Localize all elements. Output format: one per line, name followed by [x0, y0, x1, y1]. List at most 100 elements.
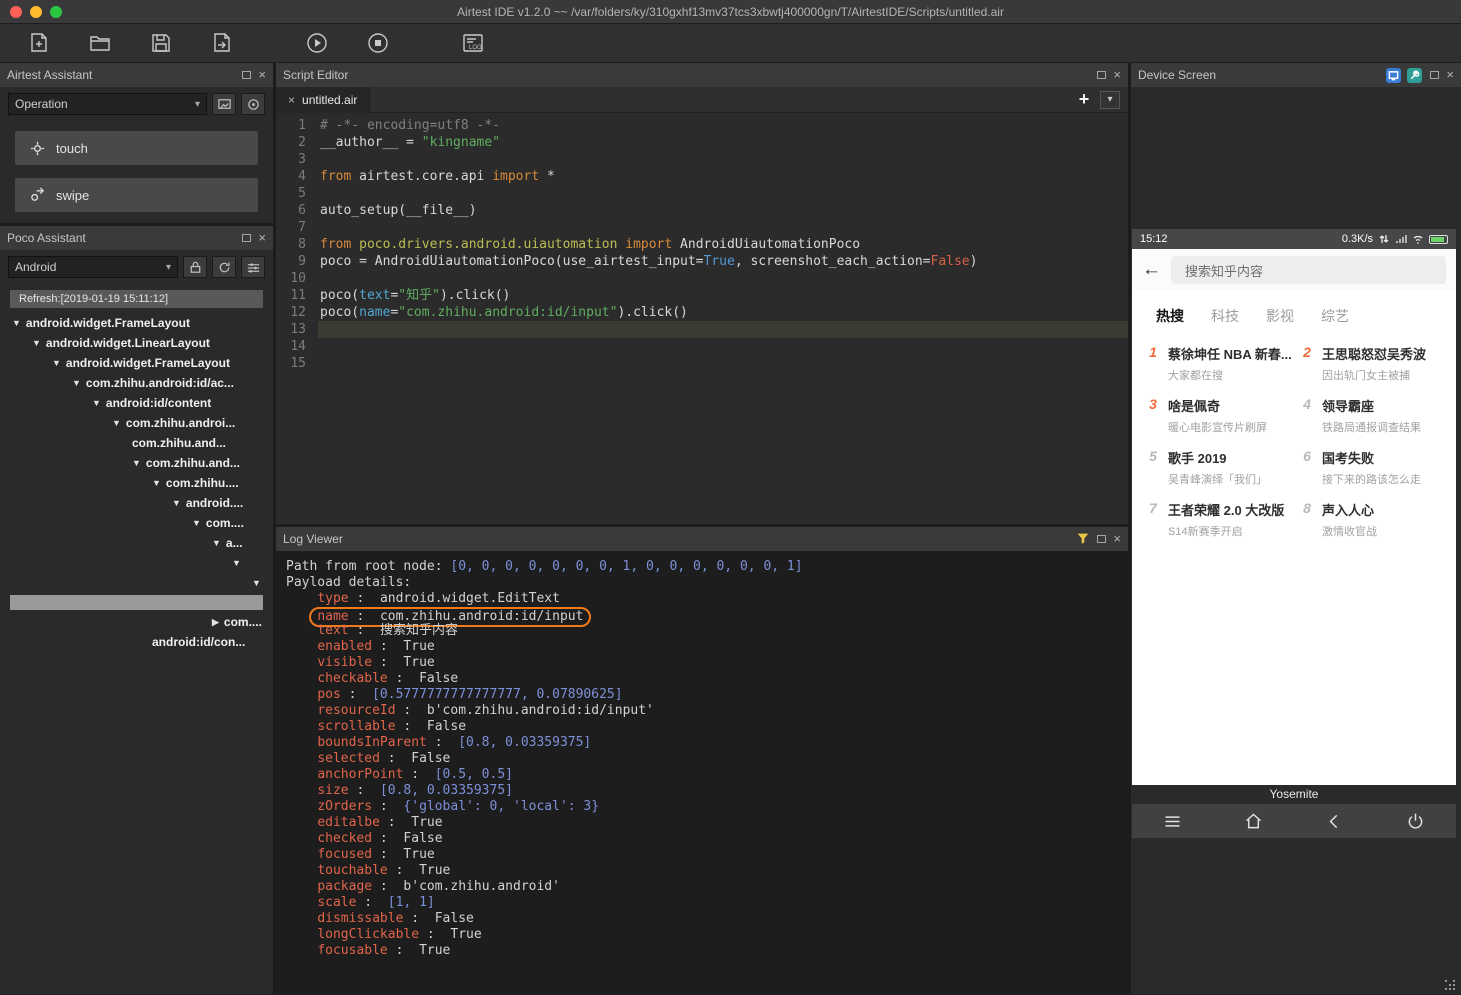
home-button-icon[interactable] — [1243, 811, 1264, 832]
menu-button-icon[interactable] — [1162, 811, 1183, 832]
close-tab-icon[interactable]: × — [288, 95, 295, 105]
new-tab-button[interactable]: + — [1072, 90, 1096, 110]
code-line[interactable]: from poco.drivers.android.uiautomation i… — [318, 236, 1128, 253]
swipe-action-button[interactable]: swipe — [14, 177, 259, 213]
poco-tree-node[interactable]: ▼com.zhihu.android:id/ac... — [0, 373, 273, 393]
zhihu-tab-2[interactable]: 影视 — [1266, 306, 1294, 326]
resize-grip[interactable] — [1445, 980, 1457, 992]
operation-dropdown[interactable]: Operation ▾ — [8, 93, 207, 115]
back-arrow-icon[interactable]: ← — [1142, 259, 1161, 281]
chevron-down-icon[interactable]: ▼ — [32, 338, 41, 348]
code-line[interactable]: poco(name="com.zhihu.android:id/input").… — [318, 304, 1128, 321]
poco-tree-node[interactable]: com.zhihu.and... — [0, 433, 273, 453]
poco-tree-node[interactable]: ▼ — [0, 553, 273, 573]
close-panel-icon[interactable]: × — [258, 70, 266, 80]
zhihu-tab-0[interactable]: 热搜 — [1156, 306, 1184, 326]
float-panel-icon[interactable] — [242, 234, 251, 242]
save-as-button[interactable] — [205, 28, 239, 58]
poco-mode-dropdown[interactable]: Android ▾ — [8, 256, 178, 278]
close-panel-icon[interactable]: × — [1446, 70, 1454, 80]
code-editor[interactable]: 123456789101112131415 # -*- encoding=utf… — [276, 113, 1128, 524]
chevron-down-icon[interactable]: ▼ — [132, 458, 141, 468]
poco-tree-node[interactable]: ▼a... — [0, 533, 273, 553]
float-panel-icon[interactable] — [1430, 71, 1439, 79]
device-tools-button[interactable] — [1407, 68, 1422, 83]
trending-item[interactable]: 4领导霸座铁路局通报调查结果 — [1300, 396, 1450, 435]
code-line[interactable] — [318, 219, 1128, 236]
stop-script-button[interactable] — [361, 28, 395, 58]
poco-settings-button[interactable] — [241, 256, 265, 278]
refresh-timestamp[interactable]: Refresh:[2019-01-19 15:11:12] — [10, 290, 263, 308]
touch-action-button[interactable]: touch — [14, 130, 259, 166]
code-line[interactable]: auto_setup(__file__) — [318, 202, 1128, 219]
poco-tree-node[interactable]: ▶com.... — [0, 612, 273, 632]
code-line[interactable]: poco = AndroidUiautomationPoco(use_airte… — [318, 253, 1128, 270]
trending-item[interactable]: 2王思聪怒怼吴秀波因出轨门女主被捕 — [1300, 344, 1450, 383]
trending-item[interactable]: 5歌手 2019吴青峰演绎「我们」 — [1146, 448, 1296, 487]
poco-tree-node[interactable] — [10, 595, 263, 610]
chevron-down-icon[interactable]: ▼ — [172, 498, 181, 508]
back-button-icon[interactable] — [1324, 811, 1345, 832]
chevron-down-icon[interactable]: ▼ — [212, 538, 221, 548]
poco-tree-node[interactable]: ▼ — [0, 573, 273, 593]
poco-tree-node[interactable]: android:id/con... — [0, 632, 273, 652]
log-view-button[interactable]: LOG — [456, 28, 490, 58]
zoom-window-button[interactable] — [50, 6, 62, 18]
code-line[interactable] — [318, 151, 1128, 168]
poco-tree-node[interactable]: ▼android.widget.FrameLayout — [0, 353, 273, 373]
close-window-button[interactable] — [10, 6, 22, 18]
open-script-button[interactable] — [83, 28, 117, 58]
code-content[interactable]: # -*- encoding=utf8 -*-__author__ = "kin… — [318, 117, 1128, 524]
chevron-down-icon[interactable]: ▼ — [92, 398, 101, 408]
float-panel-icon[interactable] — [242, 71, 251, 79]
close-panel-icon[interactable]: × — [258, 233, 266, 243]
chevron-right-icon[interactable]: ▶ — [212, 617, 219, 628]
chevron-down-icon[interactable]: ▼ — [152, 478, 161, 488]
zhihu-tab-3[interactable]: 综艺 — [1321, 306, 1349, 326]
float-panel-icon[interactable] — [1097, 535, 1106, 543]
trending-item[interactable]: 7王者荣耀 2.0 大改版S14新赛季开启 — [1146, 500, 1296, 539]
poco-tree-node[interactable]: ▼android.widget.LinearLayout — [0, 333, 273, 353]
code-line[interactable] — [318, 321, 1128, 338]
trending-item[interactable]: 3啥是佩奇暖心电影宣传片刷屏 — [1146, 396, 1296, 435]
close-panel-icon[interactable]: × — [1113, 534, 1121, 544]
close-panel-icon[interactable]: × — [1113, 70, 1121, 80]
trending-item[interactable]: 8声入人心激情收官战 — [1300, 500, 1450, 539]
tab-untitled-air[interactable]: × untitled.air — [276, 87, 370, 113]
chevron-down-icon[interactable]: ▼ — [232, 558, 241, 568]
log-output[interactable]: Path from root node: [0, 0, 0, 0, 0, 0, … — [276, 551, 1128, 994]
filter-button[interactable] — [1076, 531, 1090, 548]
screen-mirror-button[interactable] — [1386, 68, 1401, 83]
new-script-button[interactable] — [22, 28, 56, 58]
tab-list-dropdown[interactable]: ▾ — [1100, 91, 1120, 109]
poco-tree-node[interactable]: ▼com.... — [0, 513, 273, 533]
device-mirror[interactable]: 15:12 0.3K/s ← 搜索知乎内容 — [1132, 229, 1456, 838]
chevron-down-icon[interactable]: ▼ — [112, 418, 121, 428]
lock-button[interactable] — [183, 256, 207, 278]
refresh-button[interactable] — [212, 256, 236, 278]
save-script-button[interactable] — [144, 28, 178, 58]
code-line[interactable] — [318, 185, 1128, 202]
code-line[interactable] — [318, 355, 1128, 372]
zhihu-search-input[interactable]: 搜索知乎内容 — [1171, 256, 1446, 284]
trending-item[interactable]: 6国考失败接下来的路该怎么走 — [1300, 448, 1450, 487]
run-script-button[interactable] — [300, 28, 334, 58]
chevron-down-icon[interactable]: ▼ — [12, 318, 21, 328]
code-line[interactable]: from airtest.core.api import * — [318, 168, 1128, 185]
zhihu-tab-1[interactable]: 科技 — [1211, 306, 1239, 326]
poco-tree-node[interactable]: ▼android:id/content — [0, 393, 273, 413]
poco-tree-node[interactable]: ▼android.widget.FrameLayout — [0, 313, 273, 333]
minimize-window-button[interactable] — [30, 6, 42, 18]
record-button[interactable] — [241, 93, 265, 115]
code-line[interactable]: # -*- encoding=utf8 -*- — [318, 117, 1128, 134]
code-line[interactable] — [318, 270, 1128, 287]
code-line[interactable]: poco(text="知乎").click() — [318, 287, 1128, 304]
code-line[interactable] — [318, 338, 1128, 355]
chevron-down-icon[interactable]: ▼ — [52, 358, 61, 368]
chevron-down-icon[interactable]: ▼ — [252, 578, 261, 588]
chevron-down-icon[interactable]: ▼ — [72, 378, 81, 388]
float-panel-icon[interactable] — [1097, 71, 1106, 79]
poco-tree-node[interactable]: ▼com.zhihu.and... — [0, 453, 273, 473]
poco-tree-node[interactable]: ▼com.zhihu.androi... — [0, 413, 273, 433]
code-line[interactable]: __author__ = "kingname" — [318, 134, 1128, 151]
